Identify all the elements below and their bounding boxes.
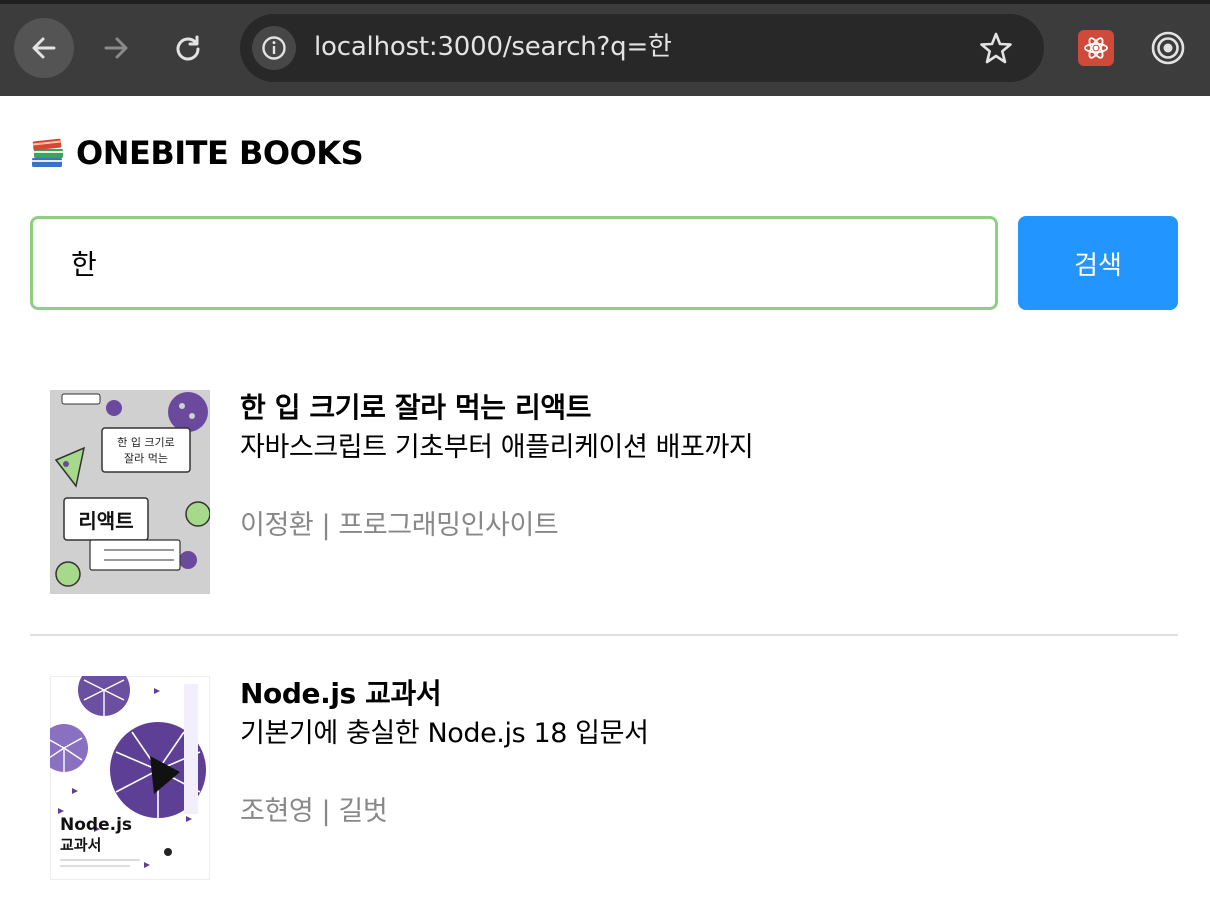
star-icon bbox=[980, 32, 1012, 64]
browser-toolbar: localhost:3000/search?q=한 bbox=[0, 0, 1210, 96]
search-input[interactable] bbox=[30, 216, 998, 310]
site-header: ONEBITE BOOKS bbox=[30, 132, 364, 174]
book-author-publisher: 이정환 | 프로그래밍인사이트 bbox=[240, 510, 559, 541]
tab-strip bbox=[0, 0, 1210, 4]
book-title[interactable]: 한 입 크기로 잘라 먹는 리액트 bbox=[240, 390, 753, 426]
book-item[interactable]: Node.js 교과서 Node.js 교과서 기본기에 충실한 Node.js… bbox=[30, 648, 1178, 918]
svg-text:교과서: 교과서 bbox=[60, 836, 101, 854]
arrow-right-icon bbox=[104, 37, 128, 59]
book-item[interactable]: 한 입 크기로 잘라 먹는 리액트 한 입 크기로 잘라 먹는 리액트 자바스크… bbox=[30, 362, 1178, 636]
book-subtitle: 기본기에 충실한 Node.js 18 입문서 bbox=[240, 718, 649, 749]
search-button[interactable]: 검색 bbox=[1018, 216, 1178, 310]
book-subtitle: 자바스크립트 기초부터 애플리케이션 배포까지 bbox=[240, 432, 754, 463]
extension-button[interactable] bbox=[1148, 28, 1188, 68]
book-info: 한 입 크기로 잘라 먹는 리액트 자바스크립트 기초부터 애플리케이션 배포까… bbox=[240, 390, 754, 544]
forward-button[interactable] bbox=[86, 18, 146, 78]
svg-text:Node.js: Node.js bbox=[60, 815, 132, 835]
book-cover-image: Node.js 교과서 bbox=[50, 676, 210, 880]
site-title[interactable]: ONEBITE BOOKS bbox=[76, 134, 364, 172]
reload-button[interactable] bbox=[158, 18, 218, 78]
arrow-left-icon bbox=[32, 37, 56, 59]
react-devtools-extension[interactable] bbox=[1078, 30, 1114, 66]
book-info: Node.js 교과서 기본기에 충실한 Node.js 18 입문서 조현영 … bbox=[240, 676, 649, 830]
target-icon bbox=[1151, 31, 1185, 65]
back-button[interactable] bbox=[14, 18, 74, 78]
books-icon bbox=[30, 136, 66, 170]
site-info-button[interactable] bbox=[252, 26, 296, 70]
cover-title: 리액트 bbox=[78, 509, 133, 533]
svg-text:한 입 크기로: 한 입 크기로 bbox=[117, 436, 175, 449]
reload-icon bbox=[176, 35, 200, 61]
book-cover-image: 한 입 크기로 잘라 먹는 리액트 bbox=[50, 390, 210, 594]
book-title[interactable]: Node.js 교과서 bbox=[240, 676, 649, 712]
svg-text:잘라 먹는: 잘라 먹는 bbox=[124, 452, 168, 465]
info-icon bbox=[262, 36, 286, 60]
bookmark-button[interactable] bbox=[976, 28, 1016, 68]
react-devtools-icon bbox=[1084, 37, 1108, 59]
book-author-publisher: 조현영 | 길벗 bbox=[240, 796, 388, 827]
address-bar[interactable]: localhost:3000/search?q=한 bbox=[240, 14, 1044, 82]
url-text[interactable]: localhost:3000/search?q=한 bbox=[314, 30, 672, 64]
